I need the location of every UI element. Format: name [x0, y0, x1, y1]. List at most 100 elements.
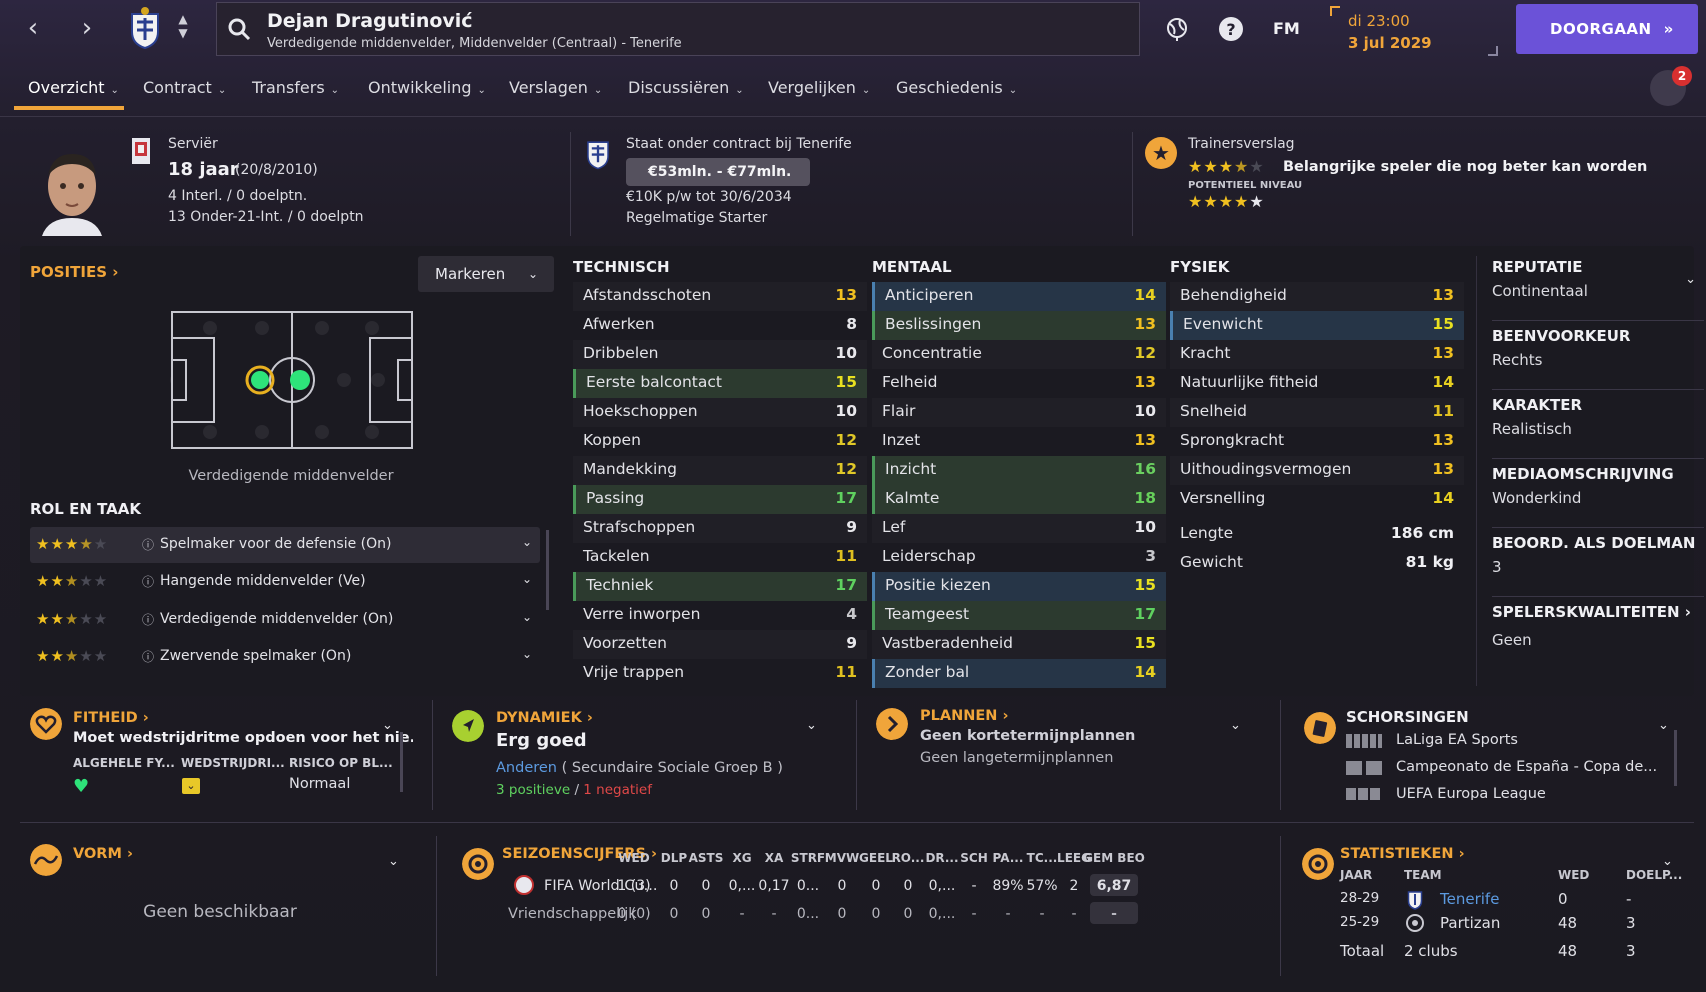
- attribute-row[interactable]: Inzet 13: [872, 427, 1166, 456]
- attribute-row[interactable]: Koppen 12: [573, 427, 867, 456]
- attribute-row[interactable]: Mandekking 12: [573, 456, 867, 485]
- role-row[interactable]: ★★★★★ ⓘ Hangende middenvelder (Ve) ⌄: [30, 564, 540, 600]
- attribute-row[interactable]: Evenwicht 15: [1170, 311, 1464, 340]
- tab-overzicht[interactable]: Overzicht ⌄: [28, 78, 119, 97]
- suspensions-scrollbar[interactable]: [1674, 730, 1677, 786]
- positions-title[interactable]: POSITIES ›: [30, 263, 118, 281]
- attribute-row[interactable]: Beslissingen 13: [872, 311, 1166, 340]
- social-group-link[interactable]: Anderen: [496, 760, 557, 776]
- stats-title[interactable]: STATISTIEKEN ›: [1340, 846, 1465, 862]
- attribute-row[interactable]: Afwerken 8: [573, 311, 867, 340]
- attribute-row[interactable]: Kracht 13: [1170, 340, 1464, 369]
- stats-team-link[interactable]: Tenerife: [1440, 890, 1499, 908]
- position-pitch[interactable]: [170, 310, 414, 450]
- fitness-title[interactable]: FITHEID ›: [73, 710, 149, 726]
- season-col-header[interactable]: STRF: [791, 851, 825, 865]
- season-col-header[interactable]: GEEL: [859, 851, 893, 865]
- attribute-row[interactable]: Techniek 17: [573, 572, 867, 601]
- stats-team[interactable]: Partizan: [1440, 914, 1500, 932]
- attribute-row[interactable]: Natuurlijke fitheid 14: [1170, 369, 1464, 398]
- transfer-value-pill[interactable]: €53mln. - €77mln.: [626, 158, 810, 186]
- attribute-row[interactable]: Uithoudingsvermogen 13: [1170, 456, 1464, 485]
- attribute-row[interactable]: Vrije trappen 11: [573, 659, 867, 688]
- search-icon[interactable]: [227, 17, 251, 41]
- tab-geschiedenis[interactable]: Geschiedenis ⌄: [896, 78, 1017, 97]
- attribute-row[interactable]: Verre inworpen 4: [573, 601, 867, 630]
- attribute-row[interactable]: Snelheid 11: [1170, 398, 1464, 427]
- attribute-row[interactable]: Concentratie 12: [872, 340, 1166, 369]
- season-col-header[interactable]: GEM BEO: [1083, 851, 1145, 865]
- reputation-block[interactable]: REPUTATIE Continentaal ⌄: [1492, 258, 1704, 321]
- info-icon[interactable]: ⓘ: [142, 536, 154, 553]
- continue-button[interactable]: DOORGAAN »: [1516, 4, 1698, 54]
- attribute-row[interactable]: Eerste balcontact 15: [573, 369, 867, 398]
- tab-vergelijken[interactable]: Vergelijken ⌄: [768, 78, 870, 97]
- player-switch-arrows[interactable]: ▲ ▼: [176, 12, 190, 46]
- season-col-header[interactable]: TC...: [1027, 851, 1058, 865]
- attribute-row[interactable]: Anticiperen 14: [872, 282, 1166, 311]
- attribute-row[interactable]: Hoekschoppen 10: [573, 398, 867, 427]
- attribute-row[interactable]: Positie kiezen 15: [872, 572, 1166, 601]
- attribute-row[interactable]: Afstandsschoten 13: [573, 282, 867, 311]
- attribute-row[interactable]: Felheid 13: [872, 369, 1166, 398]
- chevron-down-icon[interactable]: ⌄: [1230, 718, 1241, 733]
- chevron-down-icon[interactable]: ⌄: [382, 718, 393, 733]
- chevron-down-icon[interactable]: ⌄: [1662, 854, 1673, 869]
- chevron-down-icon[interactable]: ⌄: [522, 535, 532, 549]
- attribute-row[interactable]: Flair 10: [872, 398, 1166, 427]
- attribute-row[interactable]: Dribbelen 10: [573, 340, 867, 369]
- role-row[interactable]: ★★★★★ ⓘ Zwervende spelmaker (On) ⌄: [30, 639, 540, 675]
- traits-block[interactable]: SPELERSKWALITEITEN › Geen: [1492, 603, 1704, 663]
- chevron-down-icon[interactable]: ⌄: [388, 854, 399, 869]
- forward-icon[interactable]: ›: [74, 14, 100, 42]
- season-col-header[interactable]: ASTS: [689, 851, 724, 865]
- season-col-header[interactable]: XA: [765, 851, 784, 865]
- attribute-row[interactable]: Zonder bal 14: [872, 659, 1166, 688]
- season-col-header[interactable]: PA...: [993, 851, 1024, 865]
- form-title[interactable]: VORM ›: [73, 846, 133, 862]
- help-icon[interactable]: ?: [1218, 16, 1244, 42]
- season-col-header[interactable]: RO...: [892, 851, 925, 865]
- season-col-header[interactable]: WED: [618, 851, 649, 865]
- attribute-row[interactable]: Sprongkracht 13: [1170, 427, 1464, 456]
- attribute-row[interactable]: Leiderschap 3: [872, 543, 1166, 572]
- game-date[interactable]: di 23:00 3 jul 2029: [1330, 6, 1498, 56]
- mark-dropdown[interactable]: Markeren ⌄: [418, 256, 554, 292]
- tab-verslagen[interactable]: Verslagen ⌄: [509, 78, 602, 97]
- player-header-box[interactable]: Dejan Dragutinović Verdedigende middenve…: [216, 2, 1140, 56]
- chevron-down-icon[interactable]: ⌄: [522, 647, 532, 661]
- season-col-header[interactable]: XG: [732, 851, 751, 865]
- attribute-row[interactable]: Passing 17: [573, 485, 867, 514]
- tab-transfers[interactable]: Transfers ⌄: [252, 78, 339, 97]
- attribute-row[interactable]: Lef 10: [872, 514, 1166, 543]
- back-icon[interactable]: ‹: [20, 14, 46, 42]
- info-icon[interactable]: ⓘ: [142, 573, 154, 590]
- season-col-header[interactable]: DLP: [661, 851, 688, 865]
- attribute-row[interactable]: Teamgeest 17: [872, 601, 1166, 630]
- chevron-down-icon[interactable]: ⌄: [806, 718, 817, 733]
- chevron-down-icon[interactable]: ⌄: [1685, 272, 1696, 287]
- chevron-down-icon[interactable]: ⌄: [522, 572, 532, 586]
- fm-logo[interactable]: FM: [1273, 19, 1300, 38]
- positive-count[interactable]: 3 positieve: [496, 782, 570, 798]
- tab-contract[interactable]: Contract ⌄: [143, 78, 226, 97]
- chevron-down-icon[interactable]: ⌄: [1658, 718, 1669, 733]
- season-col-header[interactable]: MVW: [825, 851, 859, 865]
- season-col-header[interactable]: DR...: [925, 851, 958, 865]
- info-icon[interactable]: ⓘ: [142, 611, 154, 628]
- attribute-row[interactable]: Inzicht 16: [872, 456, 1166, 485]
- negative-count[interactable]: 1 negatief: [583, 782, 652, 798]
- chevron-down-icon[interactable]: ⌄: [522, 610, 532, 624]
- plans-title[interactable]: PLANNEN ›: [920, 708, 1008, 724]
- attribute-row[interactable]: Tackelen 11: [573, 543, 867, 572]
- season-col-header[interactable]: SCH: [960, 851, 988, 865]
- attribute-row[interactable]: Versnelling 14: [1170, 485, 1464, 514]
- roles-scrollbar[interactable]: [546, 530, 549, 610]
- attribute-row[interactable]: Behendigheid 13: [1170, 282, 1464, 311]
- info-icon[interactable]: ⓘ: [142, 648, 154, 665]
- attribute-row[interactable]: Kalmte 18: [872, 485, 1166, 514]
- attribute-row[interactable]: Voorzetten 9: [573, 630, 867, 659]
- tab-ontwikkeling[interactable]: Ontwikkeling ⌄: [368, 78, 486, 97]
- attribute-row[interactable]: Vastberadenheid 15: [872, 630, 1166, 659]
- dynamics-title[interactable]: DYNAMIEK ›: [496, 710, 593, 726]
